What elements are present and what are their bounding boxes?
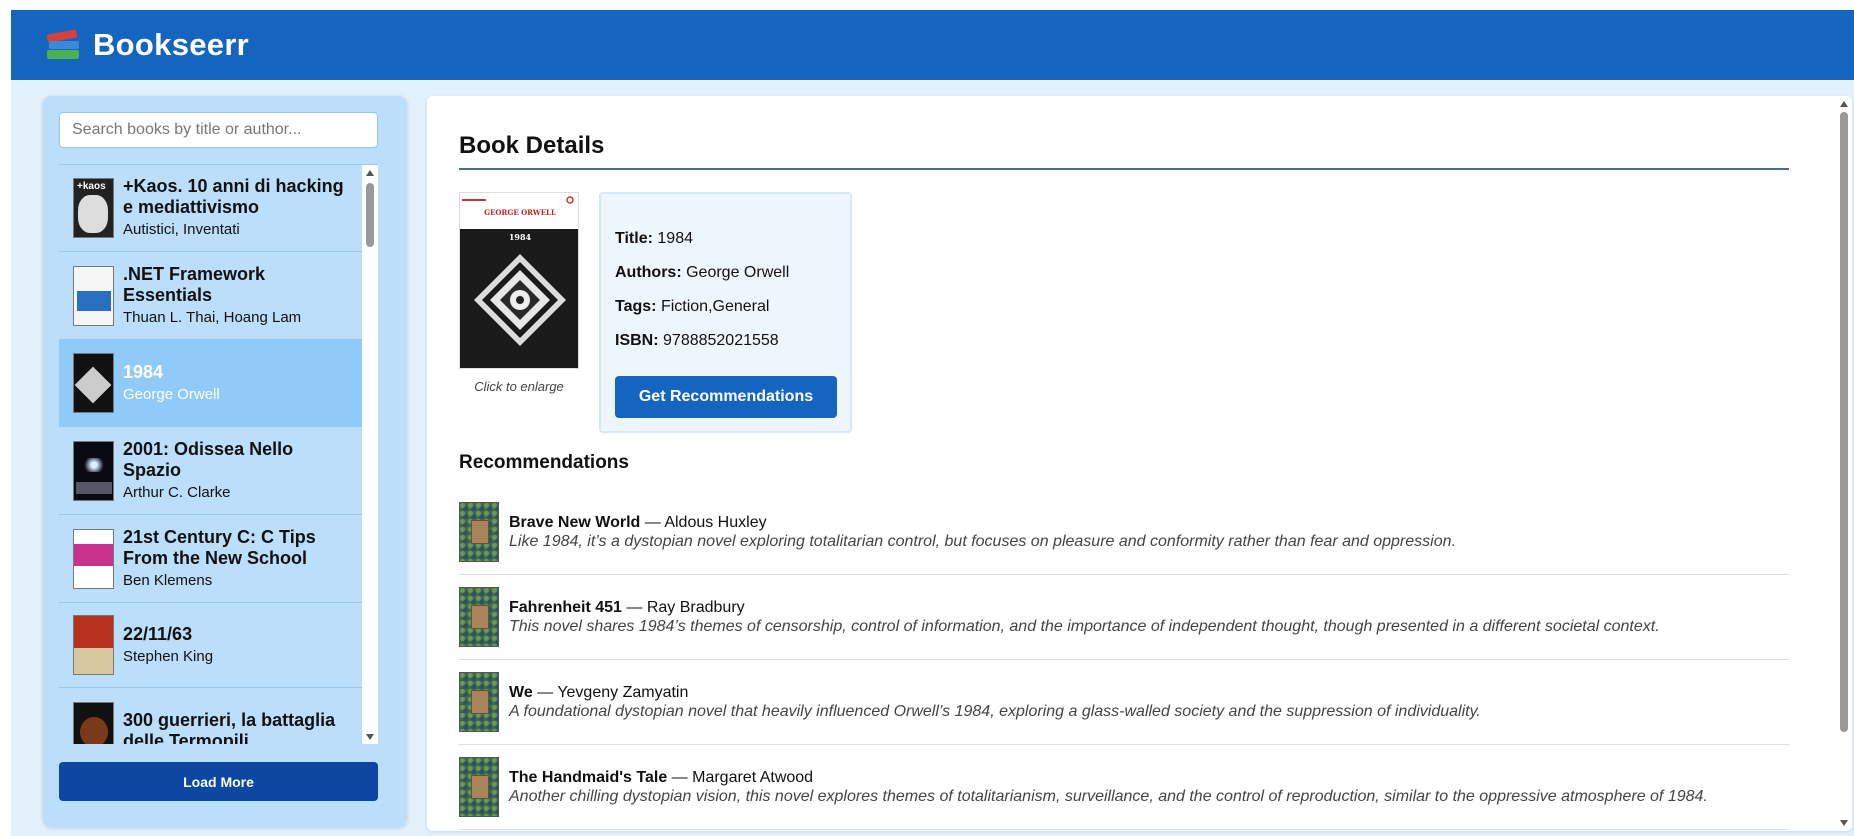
sidebar: +kaos +Kaos. 10 anni di hacking e mediat… <box>43 96 407 827</box>
recommendation-cover-thumbnail <box>459 672 499 732</box>
info-title-row: Title: 1984 <box>615 230 693 247</box>
cover-title-text: 1984 <box>509 232 532 242</box>
recommendation-title: Brave New World <box>509 514 641 531</box>
book-title: 2001: Odissea Nello Spazio <box>123 438 294 480</box>
book-title: 21st Century C: C Tips From the New Scho… <box>123 526 316 568</box>
title-divider <box>459 168 1789 170</box>
book-title: .NET Framework Essentials <box>123 263 266 305</box>
recommendation-cover-thumbnail <box>459 502 499 562</box>
info-tags-row: Tags: Fiction,General <box>615 298 770 315</box>
recommendation-item: The Handmaid's Tale — Margaret Atwood An… <box>459 745 1789 830</box>
book-list-item[interactable]: .NET Framework Essentials Thuan L. Thai,… <box>59 252 362 340</box>
recommendation-item: We — Yevgeny Zamyatin A foundational dys… <box>459 660 1789 745</box>
book-list-item[interactable]: 300 guerrieri, la battaglia delle Termop… <box>59 688 362 744</box>
get-recommendations-button[interactable]: Get Recommendations <box>615 376 837 418</box>
recommendation-item: Brave New World — Aldous Huxley Like 198… <box>459 490 1789 575</box>
book-cover-thumbnail <box>73 528 114 589</box>
recommendation-reason: This novel shares 1984’s themes of censo… <box>509 618 1660 635</box>
recommendation-item: Fahrenheit 451 — Ray Bradbury This novel… <box>459 575 1789 660</box>
scroll-down-icon[interactable] <box>366 734 374 740</box>
app-header: Bookseerr <box>11 10 1854 80</box>
recommendation-title: Fahrenheit 451 <box>509 599 622 616</box>
app-title: Bookseerr <box>93 27 250 62</box>
scrollbar-thumb[interactable] <box>366 183 374 247</box>
cover-caption: Click to enlarge <box>474 379 564 394</box>
book-list-item[interactable]: 22/11/63 Stephen King <box>59 603 362 688</box>
book-cover-thumbnail <box>73 265 114 326</box>
recommendation-author: Margaret Atwood <box>692 769 814 786</box>
book-author: Thuan L. Thai, Hoang Lam <box>123 308 302 326</box>
book-author: Arthur C. Clarke <box>123 483 231 501</box>
recommendation-cover-thumbnail <box>459 757 499 817</box>
details-scrollbar[interactable] <box>1836 96 1852 831</box>
info-authors-row: Authors: George Orwell <box>615 264 790 281</box>
book-list: +kaos +Kaos. 10 anni di hacking e mediat… <box>59 164 378 744</box>
recommendation-reason: Another chilling dystopian vision, this … <box>509 788 1708 805</box>
book-details-panel: Book Details GEORGE ORWELL 1984 Click to… <box>427 96 1852 831</box>
book-info-card: Title: 1984 Authors: George Orwell Tags:… <box>599 192 852 433</box>
page-title: Book Details <box>459 132 605 159</box>
book-cover-thumbnail <box>73 701 114 744</box>
recommendations-list: Brave New World — Aldous Huxley Like 198… <box>459 490 1789 830</box>
book-author: Autistici, Inventati <box>123 221 240 238</box>
app-window: Bookseerr +kaos +Kaos. 10 anni di hackin… <box>11 10 1854 836</box>
book-title: 300 guerrieri, la battaglia delle Termop… <box>123 709 336 745</box>
scroll-up-icon[interactable] <box>366 170 374 176</box>
book-list-scrollbar[interactable] <box>362 165 378 744</box>
book-author: George Orwell <box>123 385 220 403</box>
recommendation-author: Ray Bradbury <box>646 599 745 616</box>
info-isbn-row: ISBN: 9788852021558 <box>615 332 779 349</box>
scrollbar-thumb[interactable] <box>1840 112 1848 732</box>
book-cover-thumbnail <box>73 353 114 413</box>
book-list-item[interactable]: 21st Century C: C Tips From the New Scho… <box>59 515 362 603</box>
book-list-item-selected[interactable]: 1984 George Orwell <box>59 340 362 427</box>
book-cover-art: GEORGE ORWELL 1984 <box>460 193 578 368</box>
recommendation-author: Yevgeny Zamyatin <box>557 684 689 701</box>
book-cover-thumbnail <box>73 440 114 501</box>
recommendation-author: Aldous Huxley <box>664 514 767 531</box>
recommendation-cover-thumbnail <box>459 587 499 647</box>
search-input[interactable] <box>59 112 378 148</box>
load-more-button[interactable]: Load More <box>59 762 378 801</box>
scroll-up-icon[interactable] <box>1840 101 1848 107</box>
recommendation-title: The Handmaid's Tale <box>509 769 668 786</box>
book-cover-thumbnail <box>73 615 114 675</box>
book-cover-image[interactable]: GEORGE ORWELL 1984 <box>459 192 579 369</box>
book-title: +Kaos. 10 anni di hacking e mediattivism… <box>123 176 344 217</box>
book-list-item[interactable]: 2001: Odissea Nello Spazio Arthur C. Cla… <box>59 427 362 515</box>
book-title: 22/11/63 <box>123 623 193 644</box>
recommendations-heading: Recommendations <box>459 452 629 473</box>
recommendation-reason: A foundational dystopian novel that heav… <box>509 703 1481 720</box>
recommendation-reason: Like 1984, it’s a dystopian novel explor… <box>509 533 1456 550</box>
cover-author-text: GEORGE ORWELL <box>484 208 556 217</box>
book-list-item[interactable]: +kaos +Kaos. 10 anni di hacking e mediat… <box>59 165 362 252</box>
recommendation-title: We <box>509 684 533 701</box>
book-author: Stephen King <box>123 647 214 665</box>
books-icon <box>45 28 83 62</box>
scroll-down-icon[interactable] <box>1840 820 1848 826</box>
book-title: 1984 <box>123 361 164 382</box>
book-cover-thumbnail: +kaos <box>73 178 114 238</box>
book-author: Ben Klemens <box>123 571 213 589</box>
